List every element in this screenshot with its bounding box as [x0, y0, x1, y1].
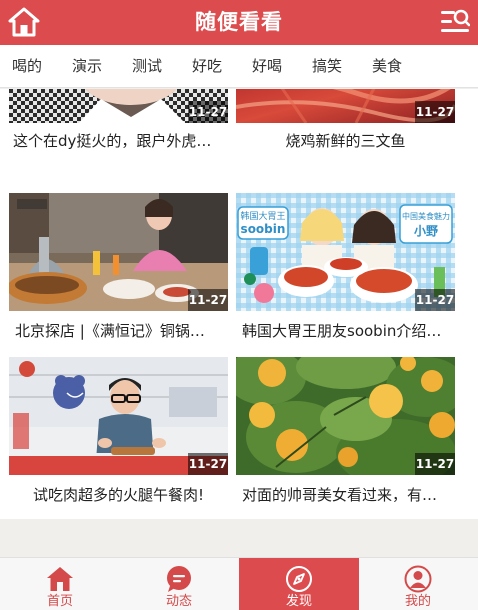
video-title[interactable]: 北京探店 |《满恒记》铜锅…: [9, 320, 228, 342]
tab-good-drink[interactable]: 好喝: [252, 45, 282, 87]
tab-tasty[interactable]: 好吃: [192, 45, 222, 87]
video-card[interactable]: 11-27 对面的帅哥美女看过来，有…: [236, 357, 455, 507]
app-screen: 随便看看 喝的 演示 测试 好吃 好喝 搞笑 美食 11-27 这个在dy挺火的…: [0, 0, 478, 610]
video-date-badge: 11-27: [415, 453, 455, 475]
video-title[interactable]: 对面的帅哥美女看过来，有…: [236, 484, 455, 506]
video-title[interactable]: 这个在dy挺火的，跟户外虎…: [9, 130, 228, 152]
video-date-badge: 11-27: [188, 453, 228, 475]
tab-food[interactable]: 美食: [372, 45, 402, 87]
video-date-badge: 11-27: [415, 289, 455, 311]
video-thumbnail[interactable]: 11-27: [236, 357, 455, 475]
bottom-navigation: 首页 动态 发现 我的: [0, 557, 478, 610]
video-thumbnail[interactable]: 韩国大胃王 soobin 中国美食魅力 小野 11-27: [236, 193, 455, 311]
nav-discover[interactable]: 发现: [239, 558, 359, 610]
tab-drinks[interactable]: 喝的: [12, 45, 42, 87]
video-thumbnail[interactable]: 11-27: [9, 193, 228, 311]
nav-home-label: 首页: [46, 594, 73, 609]
video-card[interactable]: 韩国大胃王 soobin 中国美食魅力 小野 11-27 韩国大胃王朋友soob…: [236, 193, 455, 343]
category-tabs: 喝的 演示 测试 好吃 好喝 搞笑 美食: [0, 45, 478, 88]
video-title[interactable]: 试吃肉超多的火腿午餐肉!: [9, 484, 228, 506]
video-thumbnail[interactable]: 11-27: [9, 89, 228, 123]
video-title[interactable]: 烧鸡新鲜的三文鱼: [236, 130, 455, 152]
video-card[interactable]: 11-27 试吃肉超多的火腿午餐肉!: [9, 357, 228, 507]
compass-icon: [286, 566, 312, 592]
user-icon: [404, 565, 432, 593]
page-title: 随便看看: [195, 10, 283, 34]
tab-demo[interactable]: 演示: [72, 45, 102, 87]
nav-home[interactable]: 首页: [0, 558, 120, 610]
nav-profile[interactable]: 我的: [358, 558, 478, 610]
video-card[interactable]: 11-27 北京探店 |《满恒记》铜锅…: [9, 193, 228, 343]
tab-funny[interactable]: 搞笑: [312, 45, 342, 87]
video-title[interactable]: 韩国大胃王朋友soobin介绍…: [236, 320, 455, 342]
thumb-text: 中国美食魅力: [402, 211, 450, 221]
chat-bubble-icon: [167, 566, 191, 592]
video-card[interactable]: 11-27 这个在dy挺火的，跟户外虎…: [9, 89, 228, 157]
video-feed: 11-27 这个在dy挺火的，跟户外虎… 11-27 烧鸡新鲜的三文鱼 11-2…: [0, 89, 478, 519]
top-header: 随便看看: [0, 0, 478, 45]
video-date-badge: 11-27: [188, 289, 228, 311]
tab-test[interactable]: 测试: [132, 45, 162, 87]
video-date-badge: 11-27: [415, 101, 455, 123]
list-search-icon[interactable]: [440, 8, 470, 36]
nav-activity[interactable]: 动态: [119, 558, 239, 610]
video-thumbnail[interactable]: 11-27: [236, 89, 455, 123]
nav-profile-label: 我的: [404, 594, 431, 609]
home-icon: [47, 567, 73, 591]
video-thumbnail[interactable]: 11-27: [9, 357, 228, 475]
thumb-text: soobin: [241, 222, 286, 236]
thumb-text: 韩国大胃王: [240, 210, 285, 222]
nav-discover-label: 发现: [285, 594, 312, 609]
video-date-badge: 11-27: [188, 101, 228, 123]
video-card[interactable]: 11-27 烧鸡新鲜的三文鱼: [236, 89, 455, 157]
thumb-text: 小野: [414, 223, 438, 238]
nav-activity-label: 动态: [165, 594, 192, 609]
